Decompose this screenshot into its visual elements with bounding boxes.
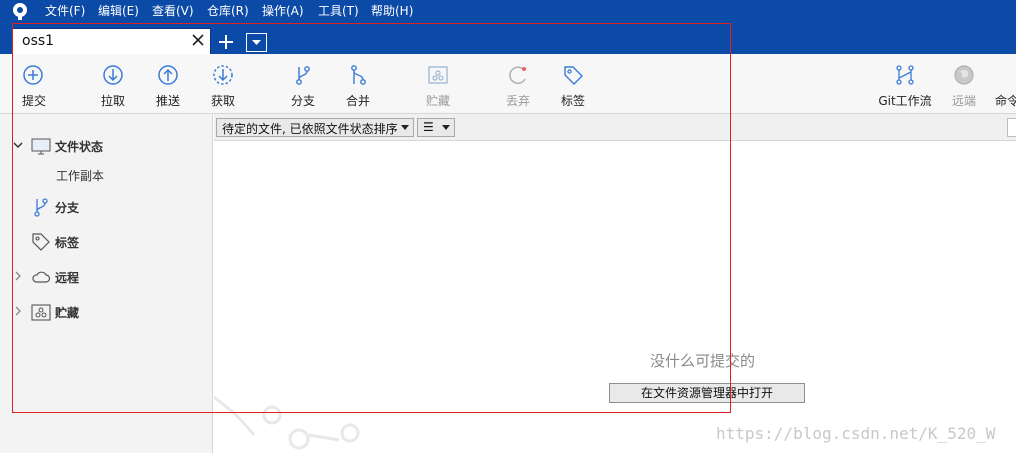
merge-button[interactable]: 合并 [328,54,388,114]
menu-tools[interactable]: 工具(T) [318,2,359,19]
empty-state-message: 没什么可提交的 [650,352,756,370]
globe-icon [954,65,974,85]
pull-label: 拉取 [100,94,125,108]
sidebar-item-tags[interactable]: 标签 [0,230,213,254]
merge-icon [351,65,366,85]
stash-label: 贮藏 [425,94,450,108]
stash-icon [31,304,51,321]
terminal-button[interactable]: 命令 [985,54,1016,114]
push-icon [158,65,178,85]
file-filter-value: 待定的文件, 已依照文件状态排序 [222,122,398,136]
terminal-label: 命令 [995,94,1016,108]
merge-label: 合并 [345,94,370,108]
git-flow-button[interactable]: Git工作流 [875,54,935,114]
tag-button[interactable]: 标签 [543,54,603,114]
menu-bar: 文件(F) 编辑(E) 查看(V) 仓库(R) 操作(A) 工具(T) 帮助(H… [0,0,1016,22]
tag-label: 标签 [560,94,585,108]
discard-button[interactable]: 丢弃 [488,54,548,114]
discard-icon [509,66,526,84]
sidebar-item-label: 贮藏 [55,306,80,320]
sidebar: 文件状态 工作副本 分支 标签 远程 贮藏 [0,114,213,453]
cloud-icon [32,271,51,283]
monitor-icon [31,138,51,155]
sidebar-item-label: 标签 [55,236,80,250]
branch-icon [34,198,48,217]
commit-icon [23,65,43,85]
open-in-explorer-button[interactable]: 在文件资源管理器中打开 [609,383,805,403]
decorative-graph-icon [214,395,360,450]
tab-strip: oss1 [0,20,1016,54]
sourcetree-logo-icon [13,3,27,22]
tab-oss1[interactable]: oss1 [12,28,211,54]
close-icon[interactable] [191,33,205,47]
chevron-down-icon[interactable] [13,140,23,150]
file-filter-select[interactable]: 待定的文件, 已依照文件状态排序 [216,118,414,137]
pull-icon [103,65,123,85]
tab-list-dropdown[interactable] [246,33,267,52]
git-flow-icon [896,65,914,85]
tag-icon [32,233,50,251]
sidebar-item-working-copy[interactable]: 工作副本 [56,167,104,184]
search-input[interactable] [1007,118,1016,137]
stash-icon [428,66,448,84]
chevron-down-icon [442,125,450,130]
sidebar-item-remotes[interactable]: 远程 [0,265,213,289]
sidebar-item-branches[interactable]: 分支 [0,195,213,219]
tab-label: oss1 [22,33,55,49]
sidebar-item-label: 远程 [55,271,80,285]
commit-label: 提交 [22,94,47,108]
menu-edit[interactable]: 编辑(E) [98,2,139,19]
fetch-icon [213,65,233,85]
menu-file[interactable]: 文件(F) [45,2,85,19]
view-mode-select[interactable]: ☰ [417,118,455,137]
list-view-icon: ☰ [423,120,434,134]
menu-view[interactable]: 查看(V) [152,2,194,19]
menu-repository[interactable]: 仓库(R) [207,2,249,19]
fetch-button[interactable]: 获取 [193,54,253,114]
sidebar-item-label: 分支 [55,201,80,215]
commit-button[interactable]: 提交 [3,54,63,114]
menu-actions[interactable]: 操作(A) [262,2,304,19]
chevron-down-icon [401,125,409,130]
branch-icon [296,66,310,85]
chevron-right-icon[interactable] [13,271,23,281]
branch-label: 分支 [290,94,315,108]
chevron-down-icon [252,40,261,45]
menu-help[interactable]: 帮助(H) [371,2,413,19]
push-label: 推送 [155,94,180,108]
sidebar-item-file-status[interactable]: 文件状态 [0,134,213,158]
fetch-label: 获取 [210,94,235,108]
discard-label: 丢弃 [505,94,530,108]
file-filter-bar: 待定的文件, 已依照文件状态排序 ☰ [214,114,1016,141]
toolbar: 提交 拉取 推送 获取 分支 合并 贮藏 丢弃 标签 Git工作流 远端 命令 [0,54,1016,114]
sidebar-item-stashes[interactable]: 贮藏 [0,300,213,324]
git-flow-label: Git工作流 [878,94,932,108]
stash-button[interactable]: 贮藏 [408,54,468,114]
add-tab-icon[interactable] [216,32,236,52]
branch-button[interactable]: 分支 [273,54,333,114]
tag-icon [564,66,583,85]
push-button[interactable]: 推送 [138,54,198,114]
sidebar-item-label: 文件状态 [55,140,104,154]
chevron-right-icon[interactable] [13,306,23,316]
pull-button[interactable]: 拉取 [83,54,143,114]
watermark: https://blog.csdn.net/K_520_W [716,424,996,443]
